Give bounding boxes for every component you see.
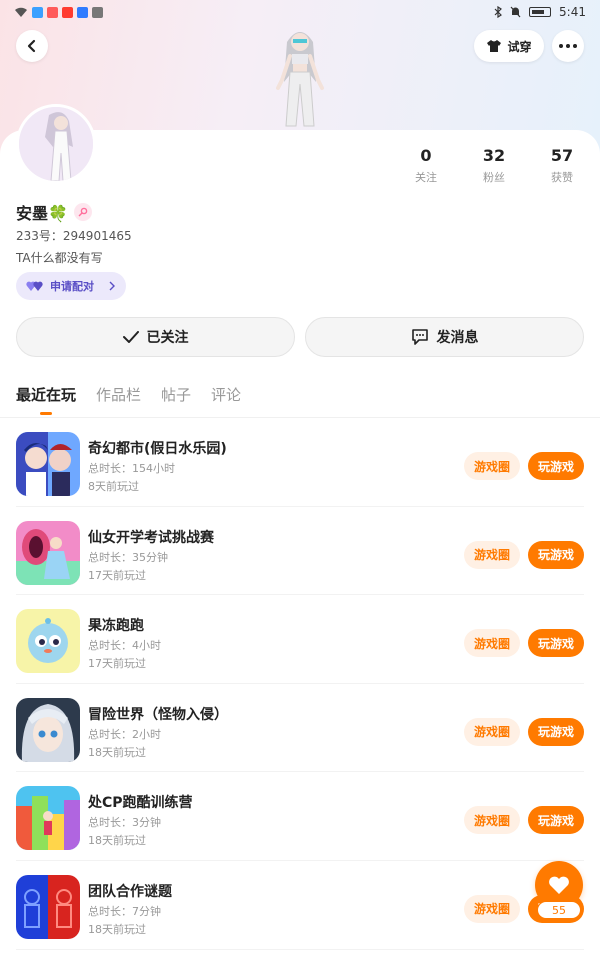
game-circle-button[interactable]: 游戏圈	[464, 540, 520, 569]
game-circle-button[interactable]: 游戏圈	[464, 806, 520, 835]
list-item[interactable]: 奇幻都市(假日水乐园) 总时长：154小时 8天前玩过 游戏圈 玩游戏	[16, 418, 584, 507]
stat-label: 获赞	[551, 171, 573, 184]
game-icon	[16, 874, 80, 939]
game-duration: 总时长：2小时	[88, 727, 161, 741]
user-bio: TA什么都没有写	[16, 251, 103, 265]
tab-comments[interactable]: 评论	[211, 384, 241, 405]
game-duration: 总时长：4小时	[88, 639, 161, 653]
game-title: 奇幻都市(假日水乐园)	[88, 441, 227, 457]
game-last-played: 8天前玩过	[88, 480, 139, 493]
app-notification-icon	[32, 6, 43, 18]
game-circle-button[interactable]: 游戏圈	[464, 894, 520, 923]
game-duration: 总时长：3分钟	[88, 816, 161, 830]
game-icon	[16, 520, 80, 585]
stat-following[interactable]: 0 关注	[396, 146, 456, 185]
game-last-played: 18天前玩过	[88, 922, 146, 936]
stat-value: 0	[420, 146, 432, 165]
double-heart-icon	[26, 281, 43, 291]
game-duration: 总时长：7分钟	[88, 904, 161, 918]
game-last-played: 17天前玩过	[88, 568, 146, 582]
heart-icon	[549, 876, 569, 894]
apply-pair-label: 申请配对	[50, 280, 94, 293]
list-item[interactable]: 处CP跑酷训练营 总时长：3分钟 18天前玩过 游戏圈 玩游戏	[16, 772, 584, 861]
send-message-label: 发消息	[436, 330, 479, 346]
list-item[interactable]: 冒险世界（怪物入侵） 总时长：2小时 18天前玩过 游戏圈 玩游戏	[16, 684, 584, 773]
game-icon	[16, 432, 80, 496]
battery-icon	[529, 7, 552, 17]
try-on-label: 试穿	[507, 39, 532, 54]
game-title: 仙女开学考试挑战赛	[88, 529, 214, 546]
game-circle-button[interactable]: 游戏圈	[464, 452, 520, 480]
game-last-played: 17天前玩过	[88, 657, 146, 671]
game-title: 冒险世界（怪物入侵）	[88, 706, 228, 723]
game-last-played: 18天前玩过	[88, 745, 146, 759]
stat-value: 32	[482, 146, 506, 165]
game-title: 团队合作谜题	[88, 883, 172, 900]
game-title: 果冻跑跑	[88, 618, 144, 635]
followed-button[interactable]: 已关注	[16, 317, 295, 357]
game-duration: 总时长：154小时	[88, 462, 175, 475]
chevron-right-icon	[109, 281, 115, 291]
app-notification-icon	[47, 6, 58, 18]
chat-bubble-icon	[411, 329, 428, 345]
avatar[interactable]	[16, 104, 96, 184]
play-game-button[interactable]: 玩游戏	[528, 540, 584, 569]
user-name: 安墨🍀	[16, 204, 68, 223]
apply-pair-button[interactable]: 申请配对	[16, 272, 126, 300]
game-icon	[16, 697, 80, 762]
status-bar: 5:41	[0, 0, 600, 24]
avatar-3d-figure	[276, 32, 324, 127]
list-item[interactable]: 团队合作谜题 总时长：7分钟 18天前玩过 游戏圈 玩游戏	[16, 861, 584, 950]
play-game-button[interactable]: 玩游戏	[528, 452, 584, 480]
game-title: 处CP跑酷训练营	[88, 795, 193, 812]
bluetooth-icon	[494, 6, 502, 18]
app-notification-icon	[92, 6, 103, 18]
play-game-button[interactable]: 玩游戏	[528, 717, 584, 746]
stat-likes[interactable]: 57 获赞	[532, 146, 592, 185]
followed-label: 已关注	[146, 330, 189, 346]
stat-fans[interactable]: 32 粉丝	[464, 146, 524, 185]
tab-recently-played[interactable]: 最近在玩	[16, 384, 76, 415]
mute-bell-icon	[510, 6, 521, 18]
tab-posts[interactable]: 帖子	[161, 384, 191, 405]
status-left-icons	[14, 6, 103, 18]
game-icon	[16, 786, 80, 851]
game-circle-button[interactable]: 游戏圈	[464, 717, 520, 746]
stat-label: 关注	[415, 171, 437, 184]
user-id: 233号：294901465	[16, 229, 132, 243]
name-row: 安墨🍀	[16, 200, 92, 224]
female-gender-icon	[73, 203, 92, 221]
like-count-badge: 55	[537, 901, 581, 919]
list-item[interactable]: 仙女开学考试挑战赛 总时长：35分钟 17天前玩过 游戏圈 玩游戏	[16, 507, 584, 596]
checkmark-icon	[122, 331, 139, 343]
recent-games-list: 奇幻都市(假日水乐园) 总时长：154小时 8天前玩过 游戏圈 玩游戏 仙女开学…	[0, 418, 600, 950]
game-circle-button[interactable]: 游戏圈	[464, 629, 520, 658]
back-button[interactable]	[16, 30, 48, 62]
chevron-left-icon	[27, 39, 36, 53]
wifi-icon	[15, 7, 27, 17]
status-time: 5:41	[559, 5, 586, 19]
stat-value: 57	[550, 146, 574, 165]
list-item[interactable]: 果冻跑跑 总时长：4小时 17天前玩过 游戏圈 玩游戏	[16, 595, 584, 684]
tab-works[interactable]: 作品栏	[96, 384, 141, 405]
tshirt-icon	[487, 40, 502, 52]
game-icon	[16, 609, 80, 674]
app-notification-icon	[62, 6, 73, 18]
profile-tabs: 最近在玩 作品栏 帖子 评论	[16, 384, 241, 415]
game-last-played: 18天前玩过	[88, 834, 146, 848]
game-duration: 总时长：35分钟	[88, 550, 168, 564]
send-message-button[interactable]: 发消息	[305, 317, 584, 357]
app-notification-icon	[77, 6, 88, 18]
avatar-portrait	[19, 107, 93, 181]
stat-label: 粉丝	[483, 171, 505, 184]
more-button[interactable]	[552, 30, 584, 62]
play-game-button[interactable]: 玩游戏	[528, 806, 584, 835]
play-game-button[interactable]: 玩游戏	[528, 629, 584, 658]
try-on-button[interactable]: 试穿	[474, 30, 544, 62]
more-dots-icon	[559, 44, 577, 48]
